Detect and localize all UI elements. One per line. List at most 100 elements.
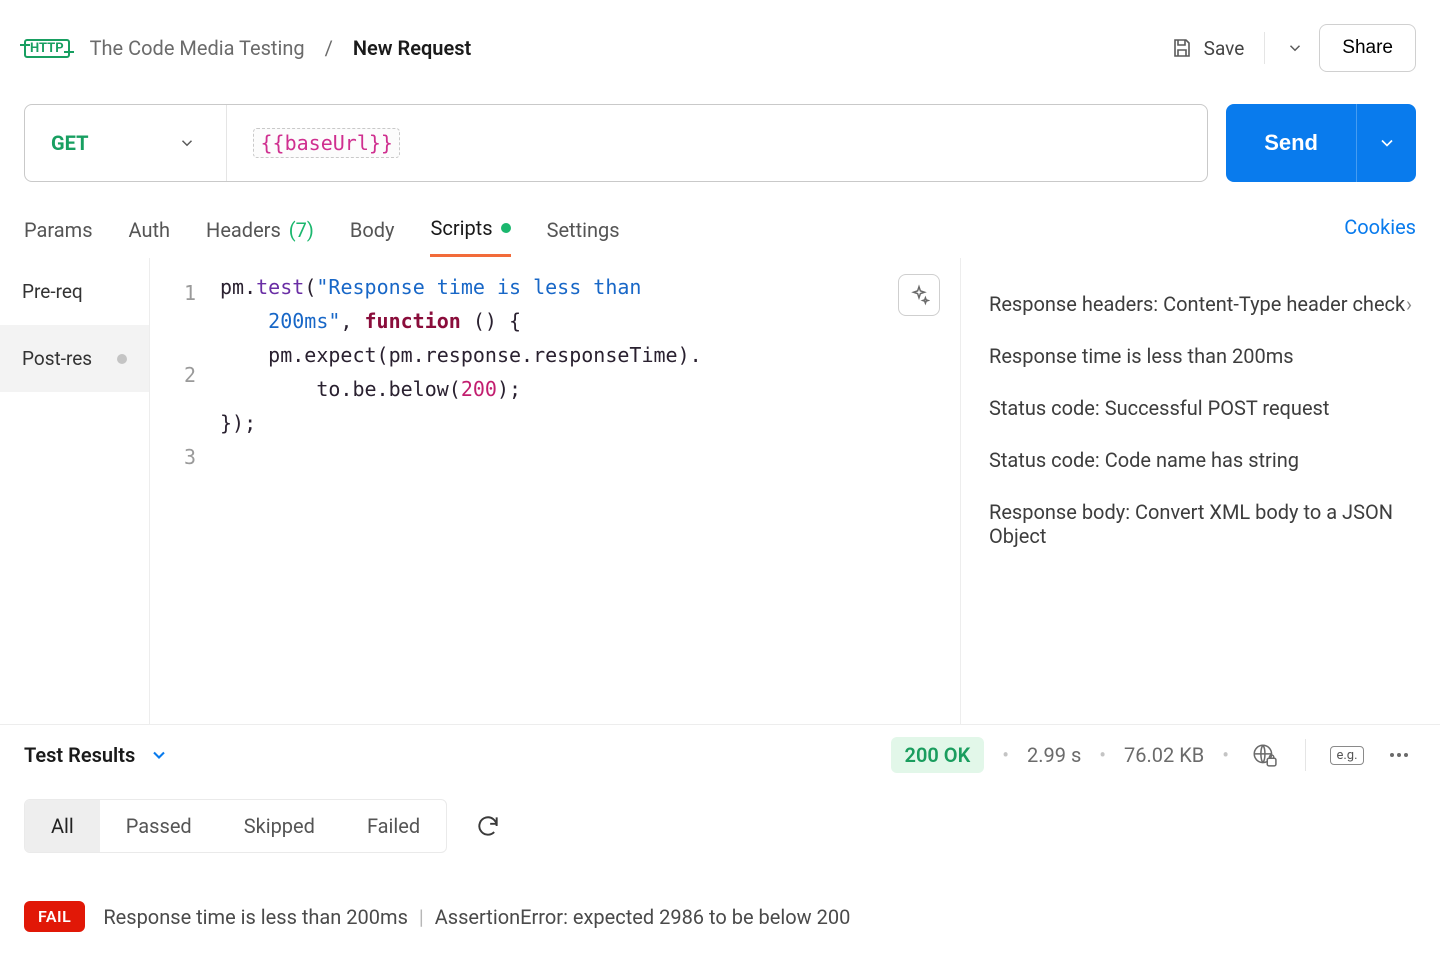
code-token: ( xyxy=(304,275,316,299)
tab-headers-label: Headers xyxy=(206,218,281,242)
tab-body[interactable]: Body xyxy=(350,208,395,257)
results-filter-row: All Passed Skipped Failed xyxy=(0,785,1440,867)
url-variable: {{baseUrl}} xyxy=(253,128,399,158)
filter-passed[interactable]: Passed xyxy=(100,800,218,852)
separator xyxy=(1264,32,1265,64)
tab-auth[interactable]: Auth xyxy=(129,208,171,257)
separator: • xyxy=(1099,743,1106,767)
example-icon: e.g. xyxy=(1330,746,1363,765)
fail-badge: FAIL xyxy=(24,901,85,932)
tab-settings[interactable]: Settings xyxy=(547,208,620,257)
assertion-text: AssertionError: expected 2986 to be belo… xyxy=(435,905,851,929)
code-token: ); xyxy=(497,377,521,401)
test-result-text: Response time is less than 200ms | Asser… xyxy=(103,905,850,929)
tab-params[interactable]: Params xyxy=(24,208,93,257)
url-input[interactable]: {{baseUrl}} xyxy=(227,131,425,155)
snippet-label: Status code: Successful POST request xyxy=(989,396,1329,420)
response-size: 76.02 KB xyxy=(1124,743,1204,767)
sidebar-item-post-response[interactable]: Post-res xyxy=(0,325,149,392)
snippet-item[interactable]: Response headers: Content-Type header ch… xyxy=(989,278,1412,330)
save-example-button[interactable]: e.g. xyxy=(1330,741,1364,769)
save-button[interactable]: Save xyxy=(1170,36,1245,60)
header-actions: Save Share xyxy=(1170,24,1416,72)
filter-skipped[interactable]: Skipped xyxy=(218,800,341,852)
http-icon: HTTP xyxy=(24,39,70,58)
snippet-item[interactable]: Status code: Successful POST request xyxy=(989,382,1412,434)
code-token: 200ms" xyxy=(268,309,340,333)
test-results-header: Test Results 200 OK • 2.99 s • 76.02 KB … xyxy=(0,724,1440,785)
line-number: 1 xyxy=(150,270,210,316)
line-number: 3 xyxy=(150,434,210,480)
code-token: function xyxy=(365,309,461,333)
code-token: .response.responseTime). xyxy=(413,343,702,367)
chevron-down-icon xyxy=(1286,39,1304,57)
refresh-icon xyxy=(475,813,501,839)
script-phase-sidebar: Pre-req Post-res xyxy=(0,258,150,724)
refresh-button[interactable] xyxy=(471,812,505,840)
save-icon xyxy=(1170,36,1194,60)
code-token: , xyxy=(340,309,364,333)
chevron-down-icon xyxy=(178,134,196,152)
code-token: to.be.below( xyxy=(220,377,461,401)
tab-scripts-label: Scripts xyxy=(430,216,492,240)
snippet-label: Status code: Code name has string xyxy=(989,448,1299,472)
ai-assist-button[interactable] xyxy=(898,274,940,316)
headers-count: (7) xyxy=(289,218,314,242)
url-box: GET {{baseUrl}} xyxy=(24,104,1208,182)
cookies-link[interactable]: Cookies xyxy=(1344,215,1416,251)
code-editor[interactable]: 1 2 3 pm.test("Response time is less tha… xyxy=(150,258,960,724)
save-more-button[interactable] xyxy=(1285,38,1305,58)
save-label: Save xyxy=(1204,37,1245,60)
results-label: Test Results xyxy=(24,743,135,767)
network-info-button[interactable] xyxy=(1247,741,1281,769)
code-token: pm xyxy=(389,343,413,367)
line-gutter: 1 2 3 xyxy=(150,258,210,724)
share-button[interactable]: Share xyxy=(1319,24,1416,72)
send-more-button[interactable] xyxy=(1356,104,1416,182)
snippet-label: Response body: Convert XML body to a JSO… xyxy=(989,500,1412,548)
results-filter: All Passed Skipped Failed xyxy=(24,799,447,853)
breadcrumb-parent[interactable]: The Code Media Testing xyxy=(90,36,305,60)
breadcrumb: HTTP The Code Media Testing / New Reques… xyxy=(24,36,471,60)
code-token: }); xyxy=(220,411,256,435)
response-meta: 200 OK • 2.99 s • 76.02 KB • e.g. xyxy=(891,737,1416,773)
snippet-item[interactable]: Response time is less than 200ms xyxy=(989,330,1412,382)
snippet-item[interactable]: Response body: Convert XML body to a JSO… xyxy=(989,486,1412,562)
globe-lock-icon xyxy=(1251,742,1277,768)
chevron-down-icon xyxy=(149,745,169,765)
status-badge: 200 OK xyxy=(891,737,985,773)
snippet-list[interactable]: Response headers: Content-Type header ch… xyxy=(960,258,1440,724)
page-title: New Request xyxy=(353,36,471,60)
sidebar-item-pre-request[interactable]: Pre-req xyxy=(0,258,149,325)
separator xyxy=(1305,739,1306,771)
method-select[interactable]: GET xyxy=(25,131,226,155)
line-number: 2 xyxy=(150,352,210,398)
code-token: .expect( xyxy=(292,343,388,367)
modified-dot-icon xyxy=(117,354,127,364)
sparkle-icon xyxy=(908,284,930,306)
code-token: 200 xyxy=(461,377,497,401)
code-content[interactable]: pm.test("Response time is less than 200m… xyxy=(210,258,960,724)
dots-icon xyxy=(1387,743,1411,767)
script-editor-area: Pre-req Post-res 1 2 3 pm.test("Response… xyxy=(0,258,1440,724)
more-actions-button[interactable] xyxy=(1382,741,1416,769)
snippet-label: Response time is less than 200ms xyxy=(989,344,1294,368)
tab-headers[interactable]: Headers (7) xyxy=(206,208,314,257)
code-token: test xyxy=(256,275,304,299)
code-token: pm xyxy=(220,275,244,299)
send-group: Send xyxy=(1226,104,1416,182)
results-toggle[interactable]: Test Results xyxy=(24,743,169,767)
send-button[interactable]: Send xyxy=(1226,104,1356,182)
filter-all[interactable]: All xyxy=(25,800,100,852)
separator: | xyxy=(419,905,424,929)
snippet-item[interactable]: Status code: Code name has string xyxy=(989,434,1412,486)
chevron-down-icon xyxy=(1377,133,1397,153)
filter-failed[interactable]: Failed xyxy=(341,800,446,852)
chevron-right-icon: › xyxy=(1406,292,1412,316)
snippet-label: Response headers: Content-Type header ch… xyxy=(989,292,1405,316)
response-time: 2.99 s xyxy=(1027,743,1081,767)
code-token: "Response time is less than xyxy=(316,275,653,299)
code-token: pm xyxy=(220,343,292,367)
tab-scripts[interactable]: Scripts xyxy=(430,208,510,257)
header: HTTP The Code Media Testing / New Reques… xyxy=(0,0,1440,96)
